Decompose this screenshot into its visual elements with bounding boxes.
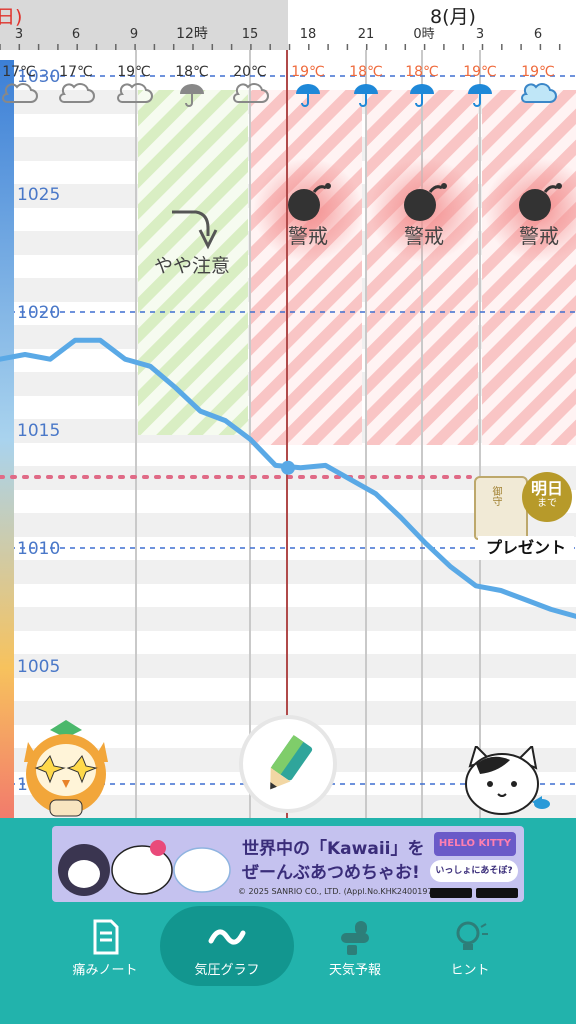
banner-headline-2: ぜーんぶあつめちゃお! bbox=[242, 863, 420, 883]
nav-item-pain-note[interactable]: 痛みノート bbox=[35, 905, 175, 995]
deadline-line1: 明日 bbox=[530, 479, 563, 498]
pressure-tick-label: 1015 bbox=[17, 421, 60, 441]
store-badges bbox=[430, 888, 518, 898]
pressure-tick-label: 1025 bbox=[17, 185, 60, 205]
pressure-tick-label: 1010 bbox=[17, 539, 60, 559]
wave-icon bbox=[208, 929, 246, 945]
nav-item-hint[interactable]: ヒント bbox=[400, 905, 540, 995]
hour-tick-label: 0時 bbox=[413, 27, 434, 42]
nav-label-pressure-graph: 気圧グラフ bbox=[194, 963, 260, 978]
hour-tick-label: 3 bbox=[15, 27, 23, 42]
hour-tick-label: 21 bbox=[358, 27, 375, 42]
hour-tick-label: 6 bbox=[534, 27, 542, 42]
banner-headline-1: 世界中の「Kawaii」を bbox=[242, 839, 425, 859]
hour-tick-label: 3 bbox=[476, 27, 484, 42]
banner-brand: HELLO KITTY bbox=[434, 832, 516, 856]
nav-label-pain-note: 痛みノート bbox=[72, 963, 138, 978]
omamori-icon: 御守 bbox=[474, 476, 528, 540]
banner-characters-image bbox=[58, 840, 231, 896]
cat-character[interactable] bbox=[462, 746, 554, 822]
deadline-badge: 明日 まで bbox=[522, 472, 572, 522]
notebook-icon bbox=[93, 919, 119, 955]
hour-tick-label: 6 bbox=[72, 27, 80, 42]
banner-cta[interactable]: いっしょにあそぼ? bbox=[430, 860, 518, 882]
bomb-icon bbox=[404, 189, 436, 221]
hour-tick-label: 15 bbox=[242, 27, 259, 42]
temperature-label: 18℃ bbox=[405, 64, 439, 80]
deadline-line2: まで bbox=[537, 498, 557, 509]
ad-banner[interactable]: HELLO KITTY 世界中の「Kawaii」を ぜーんぶあつめちゃお! © … bbox=[52, 826, 524, 902]
temperature-label: 19℃ bbox=[291, 64, 325, 80]
bottom-nav: 痛みノート 気圧グラフ 天気予報 ヒント bbox=[0, 905, 576, 1015]
present-badge[interactable]: 御守 明日 まで プレゼント bbox=[474, 462, 576, 562]
temperature-label: 19℃ bbox=[117, 64, 151, 80]
alert-label: 警戒 bbox=[288, 224, 328, 248]
record-pencil-button[interactable] bbox=[243, 719, 333, 809]
alert-marker: 警戒 bbox=[253, 158, 363, 262]
temperature-label: 19℃ bbox=[521, 64, 555, 80]
lightbulb-icon bbox=[456, 921, 488, 950]
pressure-color-strip bbox=[0, 60, 14, 820]
omamori-label: 御守 bbox=[490, 486, 501, 506]
alert-label: 警戒 bbox=[519, 224, 559, 248]
bomb-icon bbox=[519, 189, 551, 221]
banner-copyright: © 2025 SANRIO CO., LTD. (Appl.No.KHK2400… bbox=[238, 887, 441, 896]
current-pressure-dot bbox=[281, 460, 295, 475]
alert-zone-1 bbox=[250, 90, 362, 445]
temperature-label: 20℃ bbox=[233, 64, 267, 80]
weather-icon bbox=[341, 921, 369, 955]
temperature-label: 19℃ bbox=[463, 64, 497, 80]
hour-tick-label: 18 bbox=[300, 27, 317, 42]
alert-label: 警戒 bbox=[404, 224, 444, 248]
nav-label-hint: ヒント bbox=[450, 963, 490, 978]
alert-markers: 警戒 警戒 警戒 bbox=[253, 158, 576, 262]
nav-item-pressure-graph[interactable]: 気圧グラフ bbox=[157, 905, 297, 995]
pressure-tick-label: 1005 bbox=[17, 657, 60, 677]
caution-label: やや注意 bbox=[154, 255, 230, 277]
pressure-tick-label: 1020 bbox=[17, 303, 60, 323]
present-label: プレゼント bbox=[478, 536, 574, 560]
hour-tick-label: 12時 bbox=[176, 26, 208, 42]
temperature-label: 18℃ bbox=[175, 64, 209, 80]
temperature-label: 17℃ bbox=[59, 64, 93, 80]
owl-character[interactable] bbox=[20, 718, 112, 818]
alert-zone-3 bbox=[482, 90, 576, 445]
cloud-icon bbox=[521, 83, 557, 103]
pencil-icon bbox=[270, 734, 313, 790]
hour-row: 3 6 9 12時 15 18 21 0時 3 6 bbox=[0, 26, 576, 50]
hour-tick-label: 9 bbox=[130, 27, 138, 42]
bomb-icon bbox=[288, 189, 320, 221]
temperature-label: 18℃ bbox=[349, 64, 383, 80]
temperature-label: 17℃ bbox=[2, 64, 36, 80]
alert-marker: 警戒 bbox=[369, 158, 479, 262]
pressure-graph[interactable]: 1030102510201015101010051000 やや注意 警戒警戒警戒… bbox=[0, 0, 576, 820]
